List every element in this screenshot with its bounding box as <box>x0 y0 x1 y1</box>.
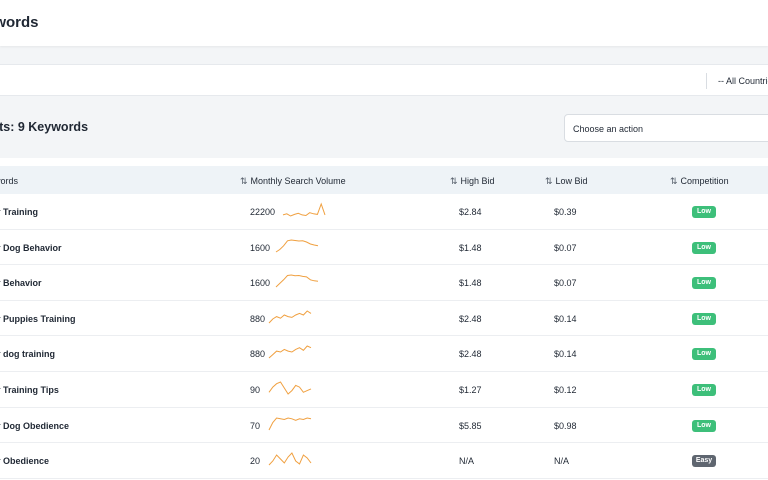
keyword-cell: er Dog Behavior <box>0 242 62 253</box>
keyword-cell: er Behavior <box>0 278 42 289</box>
action-select[interactable]: Choose an action <box>564 114 768 142</box>
keyword-cell: er Training <box>0 207 39 217</box>
table-row[interactable]: er Training Tips 90 $1.27 $0.12 Low <box>0 372 768 408</box>
low-bid-cell: $0.39 <box>554 207 577 217</box>
search-bar: g -- All Countrie <box>0 64 768 96</box>
table-row[interactable]: er Training 22200 $2.84 $0.39 Low <box>0 194 768 230</box>
high-bid-cell: $1.27 <box>459 385 482 395</box>
high-bid-cell: $5.85 <box>459 420 482 431</box>
trend-sparkline <box>275 274 319 288</box>
trend-sparkline <box>282 202 326 217</box>
volume-cell: 1600 <box>250 278 271 289</box>
low-bid-cell: $0.14 <box>554 313 577 324</box>
sparkline-path <box>275 239 319 253</box>
competition-badge: Easy <box>692 455 716 468</box>
volume-cell: 22200 <box>250 207 276 217</box>
column-header-high-bid[interactable]: ⇅ High Bid <box>450 176 495 187</box>
sparkline-path <box>268 417 312 430</box>
table-row[interactable]: er dog training 880 $2.48 $0.14 Low <box>0 336 768 372</box>
action-select-label: Choose an action <box>573 124 644 134</box>
competition-badge: Low <box>692 277 716 290</box>
table-header: words ⇅Monthly Search Volume ⇅High Bid ⇅… <box>0 166 768 194</box>
table-row[interactable]: er Puppies Training 880 $2.48 $0.14 Low <box>0 301 768 337</box>
keywords-table: words ⇅Monthly Search Volume ⇅High Bid ⇅… <box>0 158 768 480</box>
keyword-cell: er dog training <box>0 349 55 360</box>
volume-cell: 880 <box>250 349 266 360</box>
high-bid-cell: $2.84 <box>459 207 482 217</box>
trend-sparkline <box>268 345 312 359</box>
sparkline-path <box>268 345 312 359</box>
keyword-cell: er Puppies Training <box>0 313 76 324</box>
column-header-competition[interactable]: ⇅ Competition <box>670 176 729 187</box>
table-row[interactable]: er Behavior 1600 $1.48 $0.07 Low <box>0 265 768 301</box>
results-title: ults: 9 Keywords <box>0 120 89 134</box>
sort-icon: ⇅ <box>545 176 553 186</box>
low-bid-cell: $0.98 <box>554 420 577 431</box>
keyword-cell: er Training Tips <box>0 385 59 395</box>
low-bid-cell: N/A <box>554 456 570 467</box>
sort-icon: ⇅ <box>670 176 678 186</box>
trend-sparkline <box>275 239 319 253</box>
competition-badge: Low <box>692 419 716 432</box>
high-bid-cell: $2.48 <box>459 313 482 324</box>
sparkline-path <box>282 202 326 217</box>
keyword-cell: er Dog Obedience <box>0 420 70 431</box>
volume-cell: 880 <box>250 313 266 324</box>
high-bid-cell: N/A <box>459 456 475 467</box>
column-header-volume[interactable]: ⇅ Monthly Search Volume <box>240 176 346 187</box>
column-header-low-bid[interactable]: ⇅ Low Bid <box>545 176 588 187</box>
trend-sparkline <box>268 417 312 430</box>
high-bid-cell: $1.48 <box>459 278 482 289</box>
high-bid-cell: $1.48 <box>459 242 482 253</box>
sparkline-path <box>268 310 312 324</box>
search-divider <box>706 73 707 89</box>
competition-badge: Low <box>692 384 716 396</box>
table-row[interactable]: er Dog Behavior 1600 $1.48 $0.07 Low <box>0 230 768 266</box>
low-bid-cell: $0.07 <box>554 278 577 289</box>
trend-sparkline <box>268 381 312 395</box>
table-row[interactable]: er Obedience 20 N/A N/A Easy <box>0 443 768 479</box>
sort-icon: ⇅ <box>450 176 458 186</box>
sparkline-path <box>268 381 312 395</box>
low-bid-cell: $0.07 <box>554 242 577 253</box>
competition-badge: Low <box>692 348 716 361</box>
page-title: ywords <box>0 14 39 31</box>
competition-badge: Low <box>692 206 716 218</box>
volume-cell: 70 <box>250 420 261 431</box>
high-bid-cell: $2.48 <box>459 349 482 360</box>
low-bid-cell: $0.14 <box>554 349 577 360</box>
trend-sparkline <box>268 310 312 324</box>
volume-cell: 90 <box>250 385 261 395</box>
page-header: ywords <box>0 0 768 46</box>
competition-badge: Low <box>692 312 716 325</box>
low-bid-cell: $0.12 <box>554 385 577 395</box>
keyword-cell: er Obedience <box>0 456 50 467</box>
table-row[interactable]: er Dog Obedience 70 $5.85 $0.98 Low <box>0 408 768 444</box>
sort-icon: ⇅ <box>240 176 248 186</box>
volume-cell: 20 <box>250 456 261 467</box>
volume-cell: 1600 <box>250 242 271 253</box>
column-header-keyword[interactable]: words <box>0 176 18 186</box>
competition-badge: Low <box>692 241 716 254</box>
trend-sparkline <box>268 452 312 466</box>
sparkline-path <box>275 274 319 288</box>
country-select[interactable]: -- All Countrie <box>718 76 768 86</box>
sparkline-path <box>268 452 312 466</box>
